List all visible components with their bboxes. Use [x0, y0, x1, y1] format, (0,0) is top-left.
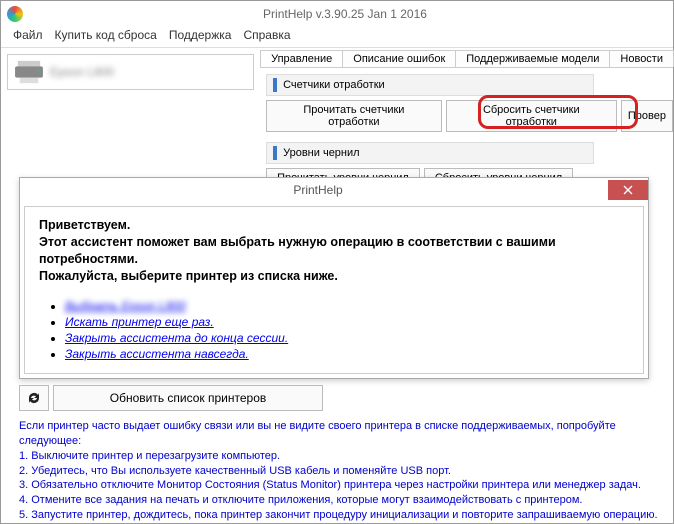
hints-text: Если принтер часто выдает ошибку связи и…: [19, 419, 659, 524]
tab-news[interactable]: Новости: [609, 50, 674, 67]
close-icon[interactable]: [608, 180, 648, 200]
menu-buy-code[interactable]: Купить код сброса: [51, 27, 161, 47]
link-close-session[interactable]: Закрыть ассистента до конца сессии.: [65, 331, 288, 345]
section-waste-title: Счетчики отработки: [283, 79, 385, 91]
link-search-again[interactable]: Искать принтер еще раз.: [65, 315, 214, 329]
section-accent: [273, 78, 277, 92]
hint-line: 4. Отмените все задания на печать и откл…: [19, 493, 659, 508]
refresh-row: Обновить список принтеров: [19, 385, 323, 411]
right-panel: Управление Описание ошибок Поддерживаемы…: [260, 48, 673, 198]
dialog-titlebar: PrintHelp: [20, 178, 648, 202]
hint-line: 5. Запустите принтер, дождитесь, пока пр…: [19, 508, 659, 523]
section-ink-header: Уровни чернил: [266, 142, 594, 164]
menu-support[interactable]: Поддержка: [165, 27, 236, 47]
read-waste-button[interactable]: Прочитать счетчики отработки: [266, 100, 442, 132]
app-icon: [7, 6, 23, 22]
assistant-dialog: PrintHelp Приветствуем. Этот ассистент п…: [19, 177, 649, 379]
menu-help[interactable]: Справка: [239, 27, 294, 47]
printer-icon: [14, 59, 44, 85]
app-window: PrintHelp v.3.90.25 Jan 1 2016 Файл Купи…: [0, 0, 674, 524]
link-select-printer[interactable]: Выбрать Epson L800: [65, 299, 186, 313]
refresh-icon[interactable]: [19, 385, 49, 411]
refresh-printer-list-button[interactable]: Обновить список принтеров: [53, 385, 323, 411]
tab-management[interactable]: Управление: [260, 50, 343, 67]
tab-errors[interactable]: Описание ошибок: [342, 50, 456, 67]
dialog-heading-l1: Приветствуем.: [39, 217, 629, 234]
list-item: Закрыть ассистента до конца сессии.: [65, 331, 629, 345]
check-button[interactable]: Провер: [621, 100, 673, 132]
section-waste-header: Счетчики отработки: [266, 74, 594, 96]
section-accent: [273, 146, 277, 160]
waste-button-row: Прочитать счетчики отработки Сбросить сч…: [266, 100, 673, 132]
menu-file[interactable]: Файл: [9, 27, 47, 47]
printer-list-item[interactable]: Epson L800: [7, 54, 254, 90]
dialog-heading-l3: Пожалуйста, выберите принтер из списка н…: [39, 268, 629, 285]
left-panel: Epson L800: [1, 48, 260, 198]
dialog-heading-l2: Этот ассистент поможет вам выбрать нужну…: [39, 234, 629, 268]
hint-line: 2. Убедитесь, что Вы используете качеств…: [19, 464, 659, 479]
hint-line: 3. Обязательно отключите Монитор Состоян…: [19, 478, 659, 493]
list-item: Выбрать Epson L800: [65, 299, 629, 313]
titlebar: PrintHelp v.3.90.25 Jan 1 2016: [1, 1, 673, 27]
tabs: Управление Описание ошибок Поддерживаемы…: [260, 50, 673, 68]
hint-line: 1. Выключите принтер и перезагрузите ком…: [19, 449, 659, 464]
dialog-title: PrintHelp: [28, 183, 608, 197]
tab-body: Счетчики отработки Прочитать счетчики от…: [260, 68, 673, 188]
link-close-forever[interactable]: Закрыть ассистента навсегда.: [65, 347, 249, 361]
dialog-link-list: Выбрать Epson L800 Искать принтер еще ра…: [39, 299, 629, 361]
printer-name: Epson L800: [50, 65, 114, 79]
reset-waste-button[interactable]: Сбросить счетчики отработки: [446, 100, 617, 132]
tab-models[interactable]: Поддерживаемые модели: [455, 50, 610, 67]
list-item: Закрыть ассистента навсегда.: [65, 347, 629, 361]
menubar: Файл Купить код сброса Поддержка Справка: [1, 27, 673, 47]
main-area: Epson L800 Управление Описание ошибок По…: [1, 47, 673, 198]
list-item: Искать принтер еще раз.: [65, 315, 629, 329]
dialog-heading: Приветствуем. Этот ассистент поможет вам…: [39, 217, 629, 285]
dialog-body: Приветствуем. Этот ассистент поможет вам…: [24, 206, 644, 374]
section-ink-title: Уровни чернил: [283, 147, 359, 159]
window-title: PrintHelp v.3.90.25 Jan 1 2016: [23, 7, 667, 21]
hint-line: Если принтер часто выдает ошибку связи и…: [19, 419, 659, 449]
